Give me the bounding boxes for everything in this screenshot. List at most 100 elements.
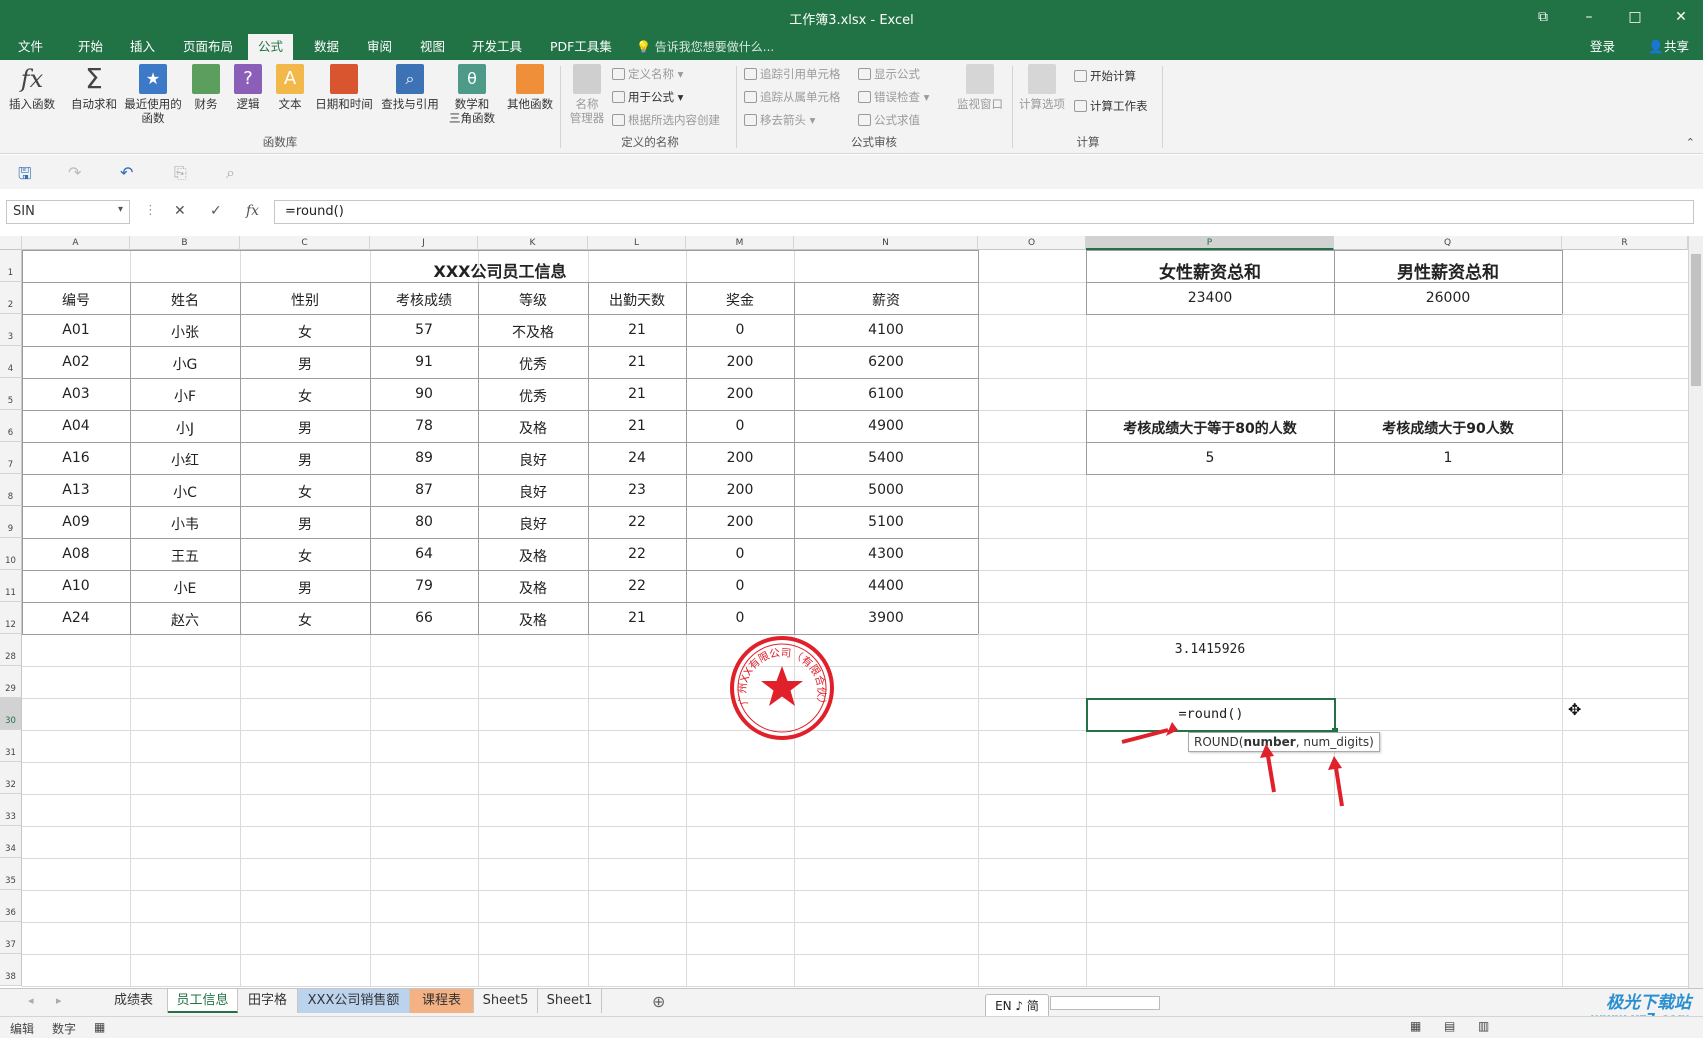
male-salary-total-value[interactable]: 26000: [1334, 290, 1562, 306]
table-cell[interactable]: 91: [370, 354, 478, 370]
table-cell[interactable]: 男: [240, 578, 370, 598]
table-cell[interactable]: 4900: [794, 418, 978, 434]
table-cell[interactable]: 5100: [794, 514, 978, 530]
lookup-button[interactable]: ⌕ 查找与引用: [378, 64, 442, 111]
watch-window-button[interactable]: 监视窗口: [952, 64, 1008, 111]
table-cell[interactable]: 小F: [130, 386, 240, 406]
horizontal-scrollbar[interactable]: [1050, 996, 1160, 1010]
table-cell[interactable]: 87: [370, 482, 478, 498]
name-manager-button[interactable]: 名称 管理器: [566, 64, 608, 125]
table-cell[interactable]: A04: [22, 418, 130, 434]
table-cell[interactable]: 小J: [130, 418, 240, 438]
row-header-33[interactable]: 33: [0, 794, 22, 826]
column-header-b[interactable]: B: [130, 236, 240, 250]
text-button[interactable]: A 文本: [274, 64, 306, 111]
calc-sheet-button[interactable]: 计算工作表: [1074, 98, 1148, 114]
sheet-tab-5[interactable]: 课程表: [410, 989, 474, 1013]
logical-button[interactable]: ? 逻辑: [232, 64, 264, 111]
row-header-6[interactable]: 6: [0, 410, 22, 442]
name-box[interactable]: SIN ▾: [6, 200, 130, 224]
row-header-29[interactable]: 29: [0, 666, 22, 698]
table-cell[interactable]: 及格: [478, 610, 588, 630]
table-header-cell[interactable]: 等级: [478, 290, 588, 310]
table-cell[interactable]: 200: [686, 482, 794, 498]
table-cell[interactable]: 男: [240, 450, 370, 470]
worksheet-grid[interactable]: ABCJKLMNOPQR 1 2 3 4 5 6 7 8 9 10 11 12 28 29 30 31 32 33…: [0, 236, 1690, 988]
create-from-selection-button[interactable]: 根据所选内容创建: [612, 112, 720, 128]
ribbon-display-icon[interactable]: ⧉: [1528, 6, 1558, 28]
table-cell[interactable]: 女: [240, 610, 370, 630]
table-cell[interactable]: 21: [588, 322, 686, 338]
row-header-11[interactable]: 11: [0, 570, 22, 602]
table-header-cell[interactable]: 姓名: [130, 290, 240, 310]
table-cell[interactable]: 女: [240, 322, 370, 342]
math-trig-button[interactable]: θ 数学和 三角函数: [444, 64, 500, 125]
row-header-4[interactable]: 4: [0, 346, 22, 378]
sheet-tab-4[interactable]: XXX公司销售额: [298, 989, 410, 1013]
insert-function-button[interactable]: fx 插入函数: [6, 64, 58, 111]
table-cell[interactable]: 21: [588, 610, 686, 626]
table-cell[interactable]: 良好: [478, 482, 588, 502]
table-cell[interactable]: 78: [370, 418, 478, 434]
column-header-q[interactable]: Q: [1334, 236, 1562, 250]
use-in-formula-button[interactable]: 用于公式 ▾: [612, 89, 683, 105]
female-salary-total-label[interactable]: 女性薪资总和: [1086, 258, 1334, 283]
table-cell[interactable]: 4100: [794, 322, 978, 338]
table-cell[interactable]: 5400: [794, 450, 978, 466]
row-header-37[interactable]: 37: [0, 922, 22, 954]
login-link[interactable]: 登录: [1590, 34, 1615, 60]
row-header-28[interactable]: 28: [0, 634, 22, 666]
row-header-36[interactable]: 36: [0, 890, 22, 922]
pi-value-cell[interactable]: 3.1415926: [1086, 642, 1334, 657]
table-cell[interactable]: A13: [22, 482, 130, 498]
table-cell[interactable]: 66: [370, 610, 478, 626]
female-salary-total-value[interactable]: 23400: [1086, 290, 1334, 306]
zoom-preview-icon[interactable]: ⌕: [226, 163, 235, 183]
row-header-8[interactable]: 8: [0, 474, 22, 506]
define-name-button[interactable]: 定义名称 ▾: [612, 66, 683, 82]
undo-icon[interactable]: ↶: [120, 163, 133, 182]
scroll-thumb[interactable]: [1691, 254, 1701, 386]
tab-formulas[interactable]: 公式: [248, 34, 294, 60]
table-cell[interactable]: A16: [22, 450, 130, 466]
prev-sheet-icon[interactable]: ◂: [28, 994, 34, 1007]
table-cell[interactable]: A03: [22, 386, 130, 402]
table-cell[interactable]: A02: [22, 354, 130, 370]
table-title[interactable]: XXX公司员工信息: [22, 258, 978, 282]
column-header-n[interactable]: N: [794, 236, 978, 250]
table-cell[interactable]: 良好: [478, 450, 588, 470]
score90-count-label[interactable]: 考核成绩大于90人数: [1334, 418, 1562, 438]
table-cell[interactable]: 及格: [478, 578, 588, 598]
minimize-icon[interactable]: –: [1574, 6, 1604, 28]
table-cell[interactable]: 79: [370, 578, 478, 594]
chevron-down-icon[interactable]: ▾: [118, 204, 123, 215]
row-header-31[interactable]: 31: [0, 730, 22, 762]
error-checking-button[interactable]: 错误检查 ▾: [858, 89, 929, 105]
tab-page-layout[interactable]: 页面布局: [173, 34, 243, 60]
row-header-12[interactable]: 12: [0, 602, 22, 634]
row-header-32[interactable]: 32: [0, 762, 22, 794]
table-header-cell[interactable]: 性别: [240, 290, 370, 310]
normal-view-icon[interactable]: ▦: [1410, 1019, 1421, 1033]
table-cell[interactable]: 王五: [130, 546, 240, 566]
row-header-10[interactable]: 10: [0, 538, 22, 570]
recently-used-button[interactable]: ★ 最近使用的 函数: [122, 64, 184, 125]
add-sheet-icon[interactable]: ⊕: [652, 992, 665, 1011]
table-cell[interactable]: 男: [240, 514, 370, 534]
page-layout-view-icon[interactable]: ▤: [1444, 1019, 1455, 1033]
tab-review[interactable]: 审阅: [357, 34, 402, 60]
table-cell[interactable]: A24: [22, 610, 130, 626]
macro-record-icon[interactable]: ▦: [94, 1020, 105, 1034]
table-cell[interactable]: 女: [240, 546, 370, 566]
table-cell[interactable]: 23: [588, 482, 686, 498]
table-cell[interactable]: A08: [22, 546, 130, 562]
table-header-cell[interactable]: 薪资: [794, 290, 978, 310]
table-cell[interactable]: 6200: [794, 354, 978, 370]
row-header-7[interactable]: 7: [0, 442, 22, 474]
table-cell[interactable]: 女: [240, 482, 370, 502]
table-cell[interactable]: 4300: [794, 546, 978, 562]
table-header-cell[interactable]: 奖金: [686, 290, 794, 310]
row-header-5[interactable]: 5: [0, 378, 22, 410]
insert-function-icon[interactable]: fx: [246, 203, 259, 219]
table-cell[interactable]: 0: [686, 578, 794, 594]
